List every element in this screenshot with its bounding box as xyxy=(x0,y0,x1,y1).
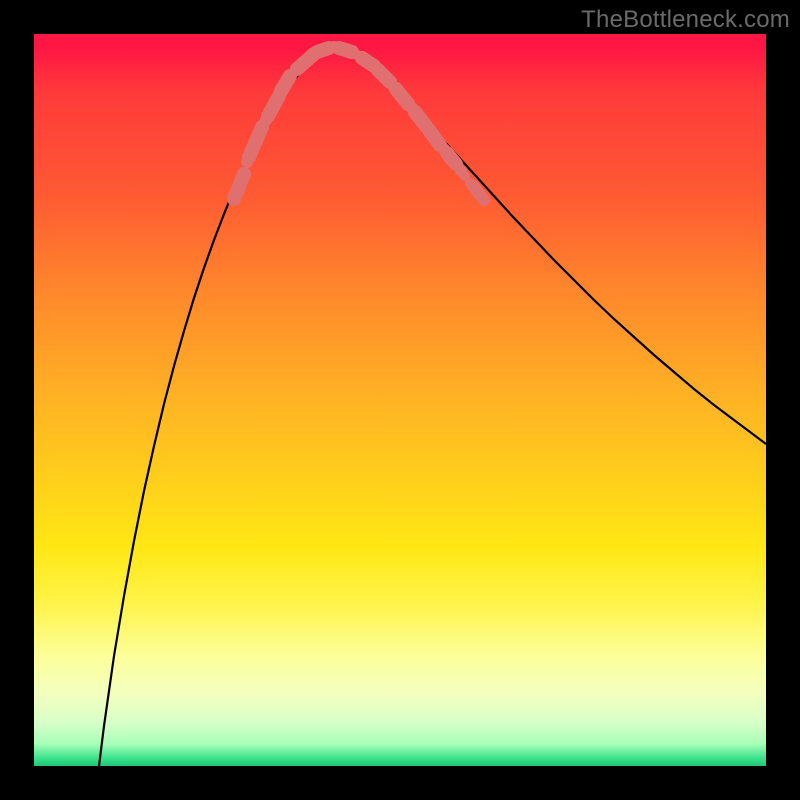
watermark-text: TheBottleneck.com xyxy=(581,6,790,34)
plot-gradient-area xyxy=(34,34,766,766)
chart-frame: TheBottleneck.com xyxy=(0,0,800,800)
